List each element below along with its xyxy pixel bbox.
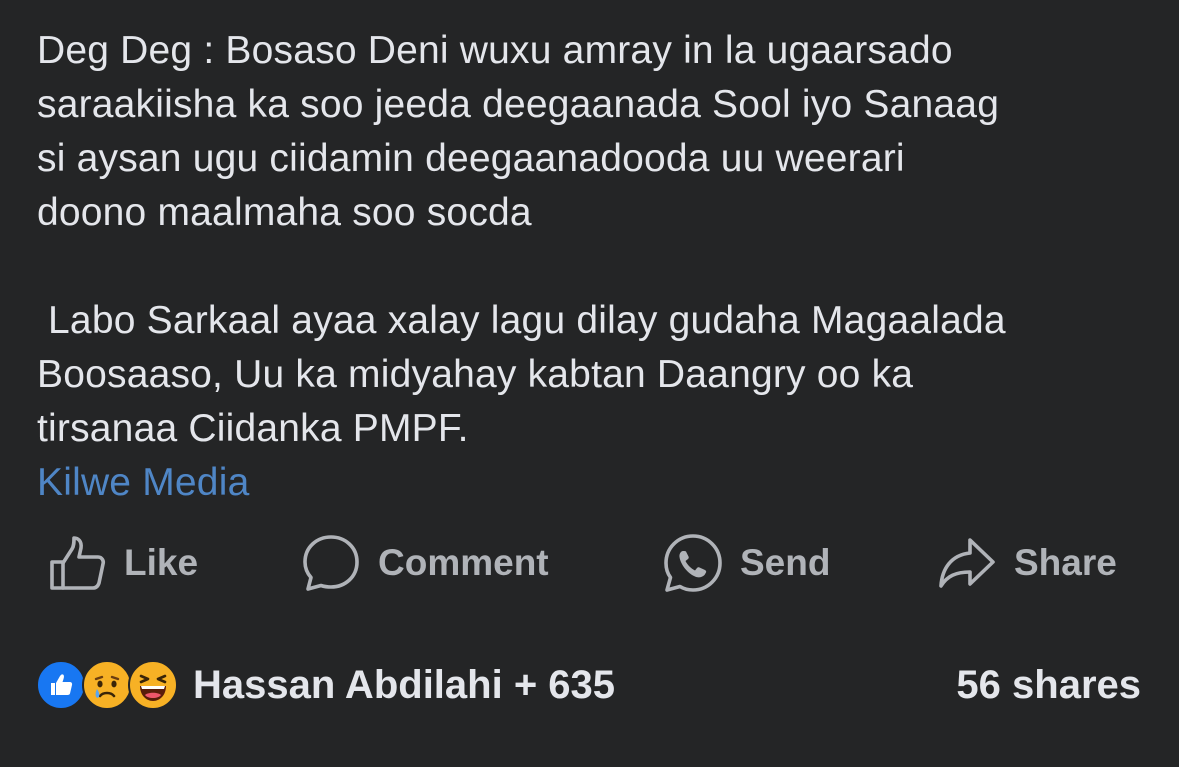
like-label: Like (124, 542, 199, 583)
send-label: Send (740, 542, 831, 583)
shares-count[interactable]: 56 shares (956, 658, 1141, 712)
like-button[interactable]: Like (46, 530, 198, 596)
share-label: Share (1014, 542, 1117, 583)
post-text-line: Boosaaso, Uu ka midyahay kabtan Daangry … (37, 353, 914, 396)
like-reaction-icon (36, 660, 86, 710)
post-text-line: Labo Sarkaal ayaa xalay lagu dilay gudah… (37, 299, 1006, 342)
share-button[interactable]: Share (936, 530, 1117, 596)
post-text-line: doono maalmaha soo socda (37, 191, 532, 234)
post-text: Deg Deg : Bosaso Deni wuxu amray in la u… (37, 24, 1157, 510)
comment-label: Comment (378, 542, 549, 583)
reactors-count[interactable]: Hassan Abdilahi + 635 (193, 658, 615, 712)
page-link[interactable]: Kilwe Media (37, 456, 249, 510)
speech-bubble-icon (300, 532, 362, 594)
send-button[interactable]: Send (662, 530, 830, 596)
thumbs-up-icon (46, 532, 108, 594)
reaction-summary[interactable] (36, 658, 178, 712)
sad-reaction-icon (82, 660, 132, 710)
action-bar: Like Comment Send Share (0, 530, 1179, 596)
post-text-line: saraakiisha ka soo jeeda deegaanada Sool… (37, 83, 1000, 126)
post-text-line: Deg Deg : Bosaso Deni wuxu amray in la u… (37, 29, 953, 72)
comment-button[interactable]: Comment (300, 530, 549, 596)
haha-reaction-icon (128, 660, 178, 710)
post-text-line: si aysan ugu ciidamin deegaanadooda uu w… (37, 137, 905, 180)
post-text-line: tirsanaa Ciidanka PMPF. (37, 407, 469, 450)
post-card: Deg Deg : Bosaso Deni wuxu amray in la u… (0, 0, 1179, 767)
post-footer: Hassan Abdilahi + 635 56 shares (0, 652, 1179, 718)
messenger-icon (662, 532, 724, 594)
share-arrow-icon (936, 532, 998, 594)
